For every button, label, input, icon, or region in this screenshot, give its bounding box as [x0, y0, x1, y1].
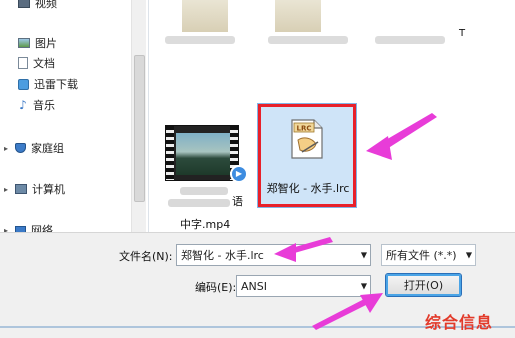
expand-arrow-icon[interactable]: ▸ — [4, 185, 10, 194]
file-thumbnail-partial[interactable] — [275, 0, 321, 32]
sidebar-item-videos[interactable]: 视频 — [18, 0, 57, 12]
scrollbar-thumb[interactable] — [134, 55, 145, 202]
file-thumbnail-partial[interactable] — [182, 0, 228, 32]
media-player-badge-icon: ▶ — [230, 165, 248, 183]
sidebar-item-label: 迅雷下载 — [34, 78, 78, 91]
selected-file-name: 郑智化 - 水手.lrc — [266, 182, 350, 195]
sidebar-item-label: 视频 — [35, 0, 57, 10]
video-file-thumbnail[interactable] — [165, 125, 239, 181]
video-file-name-line1: 语 — [160, 187, 256, 208]
documents-icon — [18, 57, 28, 69]
sidebar-item-xunlei-downloads[interactable]: 迅雷下载 — [18, 75, 78, 93]
encoding-value: ANSI — [241, 279, 267, 293]
sidebar-item-documents[interactable]: 文档 — [18, 54, 55, 72]
pictures-icon — [18, 38, 30, 48]
encoding-select[interactable]: ANSI ▼ — [236, 275, 371, 297]
filename-value: 郑智化 - 水手.lrc — [181, 249, 264, 262]
watermark-text: 综合信息 — [425, 313, 494, 332]
filetype-select[interactable]: 所有文件 (*.*) ▼ — [381, 244, 476, 266]
navigation-pane: 视频 图片 文档 迅雷下载 ♪ 音乐 ▸ 家庭组 ▸ 计算机 ▸ 网络 — [0, 0, 148, 237]
open-button[interactable]: 打开(O) — [385, 273, 462, 297]
video-file-name-line2: 中字.mp4 — [180, 218, 231, 231]
filetype-value: 所有文件 (*.*) — [386, 249, 457, 262]
homegroup-icon — [15, 143, 26, 153]
expand-arrow-icon[interactable]: ▸ — [4, 144, 10, 153]
sidebar-item-homegroup[interactable]: ▸ 家庭组 — [4, 139, 64, 157]
sidebar-item-label: 计算机 — [32, 183, 65, 196]
music-icon: ♪ — [19, 98, 27, 112]
sidebar-item-label: 图片 — [35, 37, 57, 50]
sidebar-item-label: 音乐 — [33, 99, 55, 112]
sidebar-scrollbar[interactable] — [131, 0, 146, 232]
sidebar-item-pictures[interactable]: 图片 — [18, 34, 57, 52]
download-icon — [18, 78, 29, 90]
sidebar-item-label: 家庭组 — [31, 142, 64, 155]
video-icon — [18, 0, 30, 8]
sidebar-item-label: 文档 — [33, 57, 55, 70]
file-open-dialog: 视频 图片 文档 迅雷下载 ♪ 音乐 ▸ 家庭组 ▸ 计算机 ▸ 网络 T ▶ … — [0, 0, 515, 338]
encoding-label: 编码(E): — [195, 281, 237, 294]
computer-icon — [15, 184, 27, 194]
video-file-name-fragment: 语 — [232, 195, 243, 208]
partial-filename-letter: T — [459, 28, 466, 39]
chevron-down-icon[interactable]: ▼ — [361, 282, 367, 291]
open-button-label: 打开(O) — [403, 279, 444, 292]
sidebar-item-music[interactable]: ♪ 音乐 — [18, 96, 55, 114]
chevron-down-icon[interactable]: ▼ — [466, 251, 472, 260]
filename-input[interactable]: 郑智化 - 水手.lrc ▼ — [176, 244, 371, 266]
sidebar-item-computer[interactable]: ▸ 计算机 — [4, 180, 65, 198]
blurred-filename — [165, 36, 235, 44]
blurred-filename — [375, 36, 445, 44]
blurred-filename — [268, 36, 348, 44]
chevron-down-icon[interactable]: ▼ — [361, 251, 367, 260]
filename-label: 文件名(N): — [119, 250, 173, 263]
